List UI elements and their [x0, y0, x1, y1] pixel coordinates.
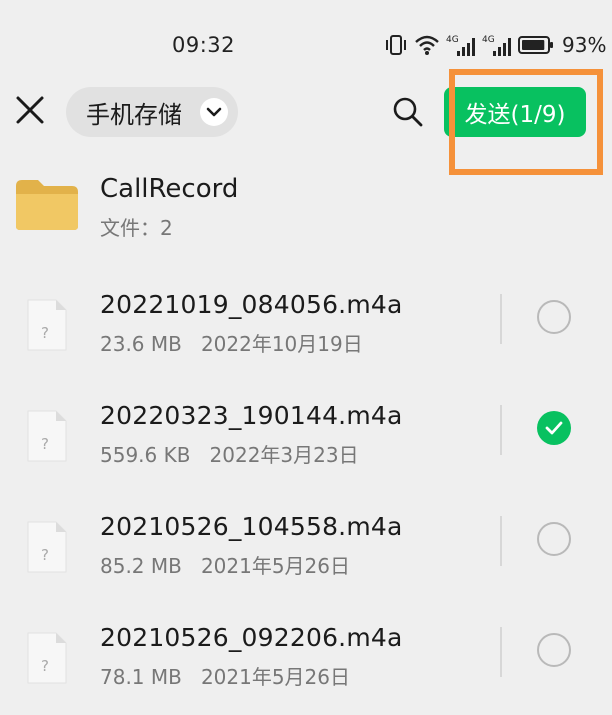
file-meta: 23.6 MB 2022年10月19日 [100, 332, 363, 356]
search-button[interactable] [390, 94, 426, 130]
folder-item[interactable]: CallRecord 文件：2 [0, 170, 612, 250]
status-time: 09:32 [172, 33, 236, 57]
file-name: 20210526_092206.m4a [100, 623, 403, 652]
chevron-container [200, 98, 228, 126]
top-bar: 手机存储 发送(1/9) [0, 70, 612, 160]
wifi-icon [415, 35, 439, 55]
status-icons: 4G 4G 93% [384, 31, 606, 59]
select-radio[interactable] [537, 300, 571, 334]
file-row[interactable]: ? 20221019_084056.m4a 23.6 MB 2022年10月19… [0, 272, 612, 382]
send-button[interactable]: 发送(1/9) [444, 87, 586, 137]
divider [500, 294, 502, 344]
svg-text:?: ? [41, 546, 49, 564]
select-radio[interactable] [537, 633, 571, 667]
unknown-file-icon: ? [27, 410, 67, 462]
check-icon [545, 421, 563, 435]
select-radio-checked[interactable] [537, 411, 571, 445]
file-name: 20220323_190144.m4a [100, 401, 403, 430]
file-name: 20221019_084056.m4a [100, 290, 403, 319]
file-row[interactable]: ? 20210526_092206.m4a 78.1 MB 2021年5月26日 [0, 605, 612, 715]
signal-icon-1: 4G [446, 35, 475, 56]
signal1-label: 4G [446, 35, 459, 45]
chevron-down-icon [206, 107, 222, 117]
close-button[interactable] [12, 92, 48, 128]
divider [500, 405, 502, 455]
battery-icon [518, 36, 553, 54]
select-radio[interactable] [537, 522, 571, 556]
storage-selector[interactable]: 手机存储 [66, 87, 238, 137]
file-meta: 559.6 KB 2022年3月23日 [100, 443, 359, 467]
signal-icon-2: 4G [482, 35, 511, 56]
file-meta: 78.1 MB 2021年5月26日 [100, 665, 351, 689]
file-name: 20210526_104558.m4a [100, 512, 403, 541]
unknown-file-icon: ? [27, 632, 67, 684]
file-meta: 85.2 MB 2021年5月26日 [100, 554, 351, 578]
signal2-label: 4G [482, 35, 495, 45]
folder-meta: 文件：2 [100, 216, 173, 240]
file-row[interactable]: ? 20210526_104558.m4a 85.2 MB 2021年5月26日 [0, 494, 612, 604]
battery-percent: 93% [562, 33, 607, 57]
divider [500, 627, 502, 677]
search-icon [393, 97, 423, 127]
svg-text:?: ? [41, 324, 49, 342]
file-row[interactable]: ? 20220323_190144.m4a 559.6 KB 2022年3月23… [0, 383, 612, 493]
vibrate-icon [386, 35, 406, 55]
unknown-file-icon: ? [27, 299, 67, 351]
folder-icon [16, 180, 78, 230]
divider [500, 516, 502, 566]
folder-name: CallRecord [100, 174, 239, 204]
svg-text:?: ? [41, 435, 49, 453]
close-icon [16, 96, 44, 124]
storage-label: 手机存储 [86, 100, 182, 129]
unknown-file-icon: ? [27, 521, 67, 573]
svg-text:?: ? [41, 657, 49, 675]
